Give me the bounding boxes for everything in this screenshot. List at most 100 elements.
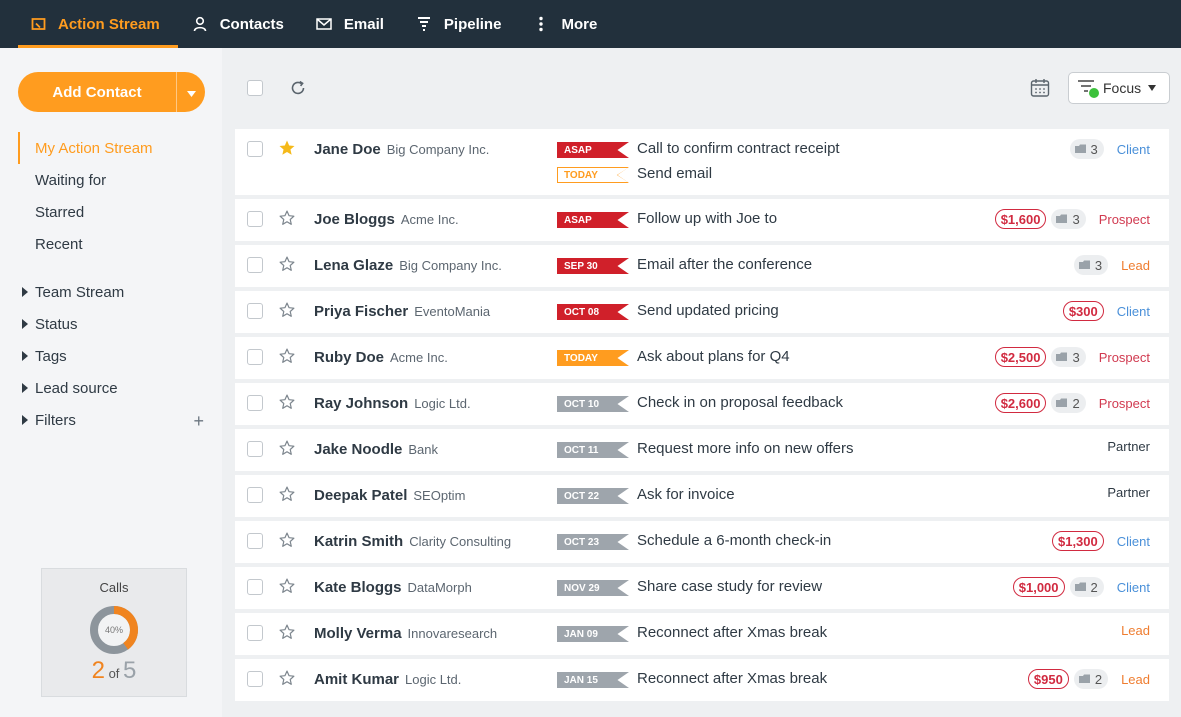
- row-checkbox[interactable]: [247, 625, 263, 641]
- task-text[interactable]: Check in on proposal feedback: [637, 394, 843, 411]
- task-text[interactable]: Ask about plans for Q4: [637, 348, 790, 365]
- table-row[interactable]: Ray Johnson Logic Ltd. OCT 10 Check in on p…: [235, 383, 1169, 425]
- row-checkbox[interactable]: [247, 533, 263, 549]
- status-label[interactable]: Lead: [1121, 258, 1150, 273]
- sidebar-item-my-action-stream[interactable]: My Action Stream: [18, 132, 218, 164]
- contact-name[interactable]: Lena Glaze Big Company Inc.: [314, 257, 502, 274]
- sidebar-item-waiting-for[interactable]: Waiting for: [18, 164, 218, 196]
- deals-count-badge[interactable]: 2: [1073, 669, 1109, 689]
- deals-count-badge[interactable]: 3: [1073, 255, 1109, 275]
- star-icon[interactable]: [278, 301, 296, 319]
- nav-email[interactable]: Email: [302, 0, 402, 48]
- sidebar-item-starred[interactable]: Starred: [18, 196, 218, 228]
- contact-name[interactable]: Katrin Smith Clarity Consulting: [314, 533, 511, 550]
- add-contact-dropdown[interactable]: [176, 72, 205, 112]
- contact-name[interactable]: Deepak Patel SEOptim: [314, 487, 465, 504]
- contact-name[interactable]: Ray Johnson Logic Ltd.: [314, 395, 471, 412]
- contact-name[interactable]: Amit Kumar Logic Ltd.: [314, 671, 461, 688]
- contact-name[interactable]: Molly Verma Innovaresearch: [314, 625, 497, 642]
- task-text[interactable]: Send email: [637, 165, 712, 182]
- status-label[interactable]: Lead: [1121, 672, 1150, 687]
- star-icon[interactable]: [278, 393, 296, 411]
- contact-name[interactable]: Joe Bloggs Acme Inc.: [314, 211, 459, 228]
- star-icon[interactable]: [278, 485, 296, 503]
- row-checkbox[interactable]: [247, 487, 263, 503]
- row-checkbox[interactable]: [247, 257, 263, 273]
- table-row[interactable]: Joe Bloggs Acme Inc. ASAP Follow up with Jo…: [235, 199, 1169, 241]
- contact-name[interactable]: Ruby Doe Acme Inc.: [314, 349, 448, 366]
- focus-filter-button[interactable]: Focus: [1068, 72, 1170, 104]
- row-checkbox[interactable]: [247, 141, 263, 157]
- task-text[interactable]: Reconnect after Xmas break: [637, 670, 827, 687]
- task-text[interactable]: Follow up with Joe to: [637, 210, 777, 227]
- status-label[interactable]: Client: [1117, 142, 1150, 157]
- select-all-checkbox[interactable]: [247, 80, 263, 96]
- task-text[interactable]: Send updated pricing: [637, 302, 779, 319]
- table-row[interactable]: Ruby Doe Acme Inc. TODAY Ask about plans fo…: [235, 337, 1169, 379]
- nav-action-stream[interactable]: Action Stream: [0, 0, 178, 48]
- status-label[interactable]: Prospect: [1099, 350, 1150, 365]
- deals-count-badge[interactable]: 3: [1051, 209, 1086, 229]
- status-label[interactable]: Partner: [1107, 439, 1150, 454]
- table-row[interactable]: Jane Doe Big Company Inc. ASAP Call to conf…: [235, 129, 1169, 195]
- row-checkbox[interactable]: [247, 303, 263, 319]
- table-row[interactable]: Katrin Smith Clarity Consulting OCT 23 Sche…: [235, 521, 1169, 563]
- status-label[interactable]: Client: [1117, 534, 1150, 549]
- deals-count-badge[interactable]: 3: [1051, 347, 1086, 367]
- table-row[interactable]: Amit Kumar Logic Ltd. JAN 15 Reconnect afte…: [235, 659, 1169, 701]
- contact-name[interactable]: Jane Doe Big Company Inc.: [314, 141, 489, 158]
- table-row[interactable]: Molly Verma Innovaresearch JAN 09 Reconnect…: [235, 613, 1169, 655]
- sidebar-group-lead-source[interactable]: Lead source: [18, 372, 218, 404]
- row-checkbox[interactable]: [247, 395, 263, 411]
- status-label[interactable]: Prospect: [1099, 212, 1150, 227]
- status-label[interactable]: Partner: [1107, 485, 1150, 500]
- nav-contacts[interactable]: Contacts: [178, 0, 302, 48]
- star-icon[interactable]: [278, 577, 296, 595]
- contact-name[interactable]: Kate Bloggs DataMorph: [314, 579, 472, 596]
- star-icon[interactable]: [278, 531, 296, 549]
- table-row[interactable]: Lena Glaze Big Company Inc. SEP 30 Email af…: [235, 245, 1169, 287]
- star-icon[interactable]: [278, 255, 296, 273]
- table-row[interactable]: Deepak Patel SEOptim OCT 22 Ask for invoice…: [235, 475, 1169, 517]
- sidebar-group-tags[interactable]: Tags: [18, 340, 218, 372]
- nav-pipeline[interactable]: Pipeline: [402, 0, 520, 48]
- refresh-icon[interactable]: [289, 79, 307, 97]
- calendar-icon[interactable]: [1030, 78, 1050, 98]
- sidebar-group-status[interactable]: Status: [18, 308, 218, 340]
- contact-name[interactable]: Jake Noodle Bank: [314, 441, 438, 458]
- deals-count-badge[interactable]: 2: [1069, 577, 1104, 597]
- sidebar-group-team-stream[interactable]: Team Stream: [18, 276, 218, 308]
- table-row[interactable]: Jake Noodle Bank OCT 11 Request more info o…: [235, 429, 1169, 471]
- task-text[interactable]: Schedule a 6-month check-in: [637, 532, 831, 549]
- task-text[interactable]: Email after the conference: [637, 256, 812, 273]
- star-filled-icon[interactable]: [278, 139, 296, 157]
- task-text[interactable]: Request more info on new offers: [637, 440, 854, 457]
- status-label[interactable]: Client: [1117, 304, 1150, 319]
- task-text[interactable]: Ask for invoice: [637, 486, 735, 503]
- row-checkbox[interactable]: [247, 349, 263, 365]
- row-checkbox[interactable]: [247, 671, 263, 687]
- table-row[interactable]: Kate Bloggs DataMorph NOV 29 Share case stu…: [235, 567, 1169, 609]
- sidebar-group-filters[interactable]: Filters +: [18, 404, 218, 436]
- row-checkbox[interactable]: [247, 211, 263, 227]
- add-filter-icon[interactable]: +: [193, 411, 204, 432]
- star-icon[interactable]: [278, 347, 296, 365]
- table-row[interactable]: Priya Fischer EventoMania OCT 08 Send updat…: [235, 291, 1169, 333]
- star-icon[interactable]: [278, 209, 296, 227]
- task-text[interactable]: Share case study for review: [637, 578, 822, 595]
- task-text[interactable]: Reconnect after Xmas break: [637, 624, 827, 641]
- row-checkbox[interactable]: [247, 441, 263, 457]
- deals-count-badge[interactable]: 3: [1069, 139, 1104, 159]
- status-label[interactable]: Client: [1117, 580, 1150, 595]
- contact-name[interactable]: Priya Fischer EventoMania: [314, 303, 490, 320]
- add-contact-button[interactable]: Add Contact: [18, 72, 176, 112]
- star-icon[interactable]: [278, 439, 296, 457]
- row-checkbox[interactable]: [247, 579, 263, 595]
- star-icon[interactable]: [278, 669, 296, 687]
- nav-more[interactable]: More: [519, 0, 615, 48]
- deals-count-badge[interactable]: 2: [1051, 393, 1086, 413]
- status-label[interactable]: Prospect: [1099, 396, 1150, 411]
- status-label[interactable]: Lead: [1121, 623, 1150, 638]
- sidebar-item-recent[interactable]: Recent: [18, 228, 218, 260]
- star-icon[interactable]: [278, 623, 296, 641]
